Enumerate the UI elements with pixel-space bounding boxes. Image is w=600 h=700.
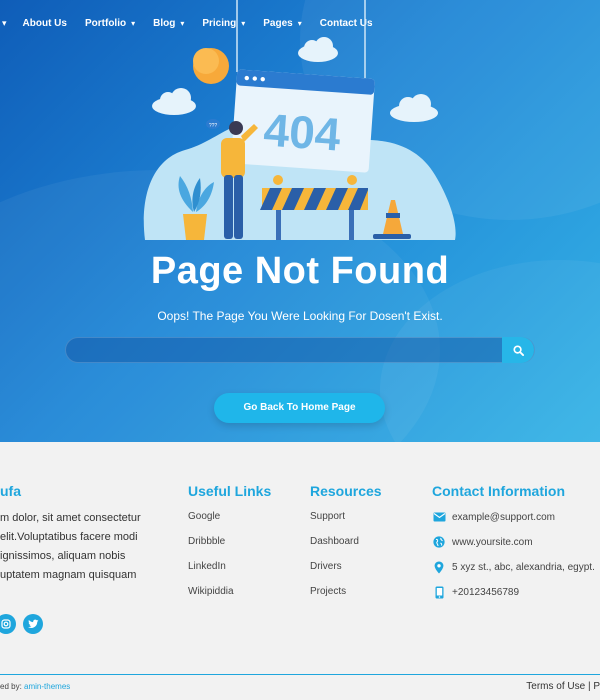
nav-item-portfolio[interactable]: Portfolio ▾ — [85, 18, 135, 29]
nav-item-label: Portfolio — [84, 17, 127, 29]
svg-text:404: 404 — [262, 103, 343, 160]
twitter-icon — [27, 619, 39, 628]
chevron-down-icon: ▾ — [131, 18, 136, 28]
nav-item-label: About Us — [22, 17, 67, 29]
credit-prefix: ed by: — [0, 682, 22, 691]
footer-link-support[interactable]: Support — [310, 511, 345, 522]
contact-website[interactable]: www.yoursite.com — [432, 535, 533, 549]
footer-link-wikipedia[interactable]: Wikipiddia — [188, 586, 234, 597]
resources-title: Resources — [310, 483, 382, 499]
cloud-icon — [390, 94, 438, 122]
contact-website-text: www.yoursite.com — [452, 536, 533, 548]
footer-bottom-links[interactable]: Terms of Use | P — [526, 681, 600, 692]
footer-divider — [0, 674, 600, 675]
contact-title: Contact Information — [432, 483, 565, 499]
globe-icon — [432, 535, 446, 549]
contact-email[interactable]: example@support.com — [432, 510, 555, 524]
footer-about-text: uptatem magnam quisquam — [0, 569, 137, 581]
footer-about-text: m dolor, sit amet consectetur — [0, 512, 141, 524]
search-bar — [65, 337, 535, 363]
404-illustration: 404 ??? — [143, 0, 456, 240]
footer-link-google[interactable]: Google — [188, 511, 220, 522]
contact-address-text: 5 xyz st., abc, alexandria, egypt. — [452, 561, 595, 573]
instagram-icon — [1, 619, 11, 629]
search-button[interactable] — [502, 337, 534, 363]
search-icon — [512, 344, 524, 356]
footer-brand-title: ufa — [0, 483, 21, 499]
search-input[interactable] — [80, 342, 500, 360]
footer-link-dashboard[interactable]: Dashboard — [310, 536, 359, 547]
go-home-button[interactable]: Go Back To Home Page — [214, 393, 385, 423]
contact-email-text: example@support.com — [452, 511, 555, 523]
cloud-icon — [152, 88, 196, 115]
page-subtitle: Oops! The Page You Were Looking For Dose… — [157, 309, 443, 323]
contact-address: 5 xyz st., abc, alexandria, egypt. — [432, 560, 595, 574]
footer-link-dribbble[interactable]: Dribbble — [188, 536, 225, 547]
footer-credit: ed by: amin-themes — [0, 682, 70, 691]
contact-phone-text: +20123456789 — [452, 586, 520, 598]
contact-phone[interactable]: +20123456789 — [432, 585, 519, 599]
email-icon — [432, 510, 446, 524]
phone-icon — [432, 585, 446, 599]
footer-about-text: ignissimos, aliquam nobis — [0, 550, 126, 562]
footer-about-text: elit.Voluptatibus facere modi — [0, 531, 138, 543]
footer-link-drivers[interactable]: Drivers — [310, 561, 342, 572]
hero-section: ▾ About Us Portfolio ▾ Blog ▾ Pricing ▾ … — [0, 0, 600, 442]
twitter-button[interactable] — [23, 614, 43, 634]
page-title: Page Not Found — [150, 250, 450, 292]
chevron-down-icon[interactable]: ▾ — [2, 18, 7, 29]
location-pin-icon — [432, 560, 446, 574]
cloud-icon — [298, 37, 338, 62]
useful-links-title: Useful Links — [188, 483, 272, 499]
footer-link-linkedin[interactable]: LinkedIn — [188, 561, 226, 572]
footer-link-projects[interactable]: Projects — [310, 586, 346, 597]
nav-item-about[interactable]: About Us — [23, 18, 67, 29]
svg-text:???: ??? — [209, 123, 218, 129]
credit-link[interactable]: amin-themes — [24, 682, 70, 691]
